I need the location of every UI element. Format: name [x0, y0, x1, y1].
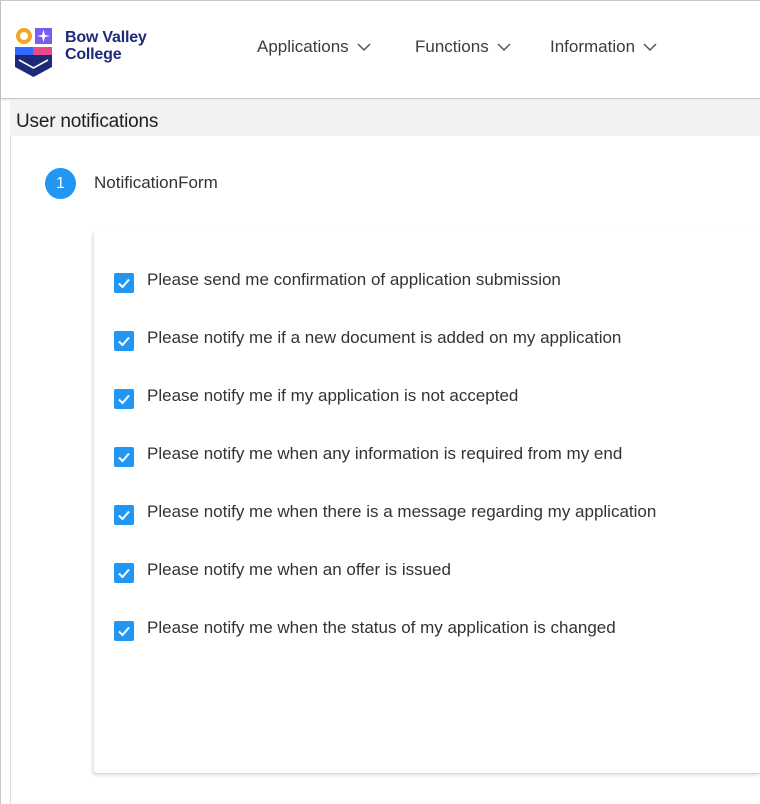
check-icon — [118, 626, 130, 637]
checkbox-checked[interactable] — [114, 621, 134, 641]
content-left-border — [10, 136, 11, 804]
chevron-down-icon — [357, 43, 371, 52]
nav-information[interactable]: Information — [550, 37, 658, 57]
check-icon — [118, 394, 130, 405]
checkbox-checked[interactable] — [114, 563, 134, 583]
logo-wordmark: Bow Valley College — [65, 29, 147, 63]
chevron-down-icon — [497, 43, 511, 52]
checkbox-checked[interactable] — [114, 505, 134, 525]
option-application-not-accepted[interactable]: Please notify me if my application is no… — [114, 384, 519, 409]
logo-line-2: College — [65, 46, 122, 63]
option-label: Please notify me if my application is no… — [147, 386, 519, 405]
option-label: Please notify me when an offer is issued — [147, 560, 451, 579]
option-label: Please send me confirmation of applicati… — [147, 270, 561, 289]
page-title-bar: User notifications — [10, 100, 760, 136]
page-title: User notifications — [16, 111, 159, 132]
option-confirmation-of-submission[interactable]: Please send me confirmation of applicati… — [114, 268, 561, 293]
step-label[interactable]: NotificationForm — [94, 173, 218, 193]
option-label: Please notify me when the status of my a… — [147, 618, 616, 637]
option-label: Please notify me if a new document is ad… — [147, 328, 622, 347]
checkbox-checked[interactable] — [114, 447, 134, 467]
checkbox-checked[interactable] — [114, 273, 134, 293]
option-label: Please notify me when there is a message… — [147, 502, 657, 521]
nav-information-label: Information — [550, 37, 636, 56]
nav-applications-label: Applications — [257, 37, 349, 56]
checkbox-checked[interactable] — [114, 389, 134, 409]
check-icon — [118, 510, 130, 521]
chevron-down-icon — [643, 43, 657, 52]
check-icon — [118, 452, 130, 463]
checkbox-checked[interactable] — [114, 331, 134, 351]
option-offer-issued[interactable]: Please notify me when an offer is issued — [114, 558, 451, 583]
top-header: Bow Valley College Applications Function… — [1, 1, 760, 99]
nav-applications[interactable]: Applications — [257, 37, 372, 57]
check-icon — [118, 278, 130, 289]
option-information-required[interactable]: Please notify me when any information is… — [114, 442, 623, 467]
option-label: Please notify me when any information is… — [147, 444, 623, 463]
option-new-document-added[interactable]: Please notify me if a new document is ad… — [114, 326, 622, 351]
step-number-badge: 1 — [45, 168, 76, 199]
option-status-changed[interactable]: Please notify me when the status of my a… — [114, 616, 616, 641]
college-crest-icon — [15, 28, 52, 77]
nav-functions[interactable]: Functions — [415, 37, 512, 57]
check-icon — [118, 336, 130, 347]
nav-functions-label: Functions — [415, 37, 489, 56]
check-icon — [118, 568, 130, 579]
logo-line-1: Bow Valley — [65, 29, 147, 46]
bow-valley-college-logo[interactable]: Bow Valley College — [15, 27, 165, 79]
option-message-regarding-application[interactable]: Please notify me when there is a message… — [114, 500, 657, 525]
